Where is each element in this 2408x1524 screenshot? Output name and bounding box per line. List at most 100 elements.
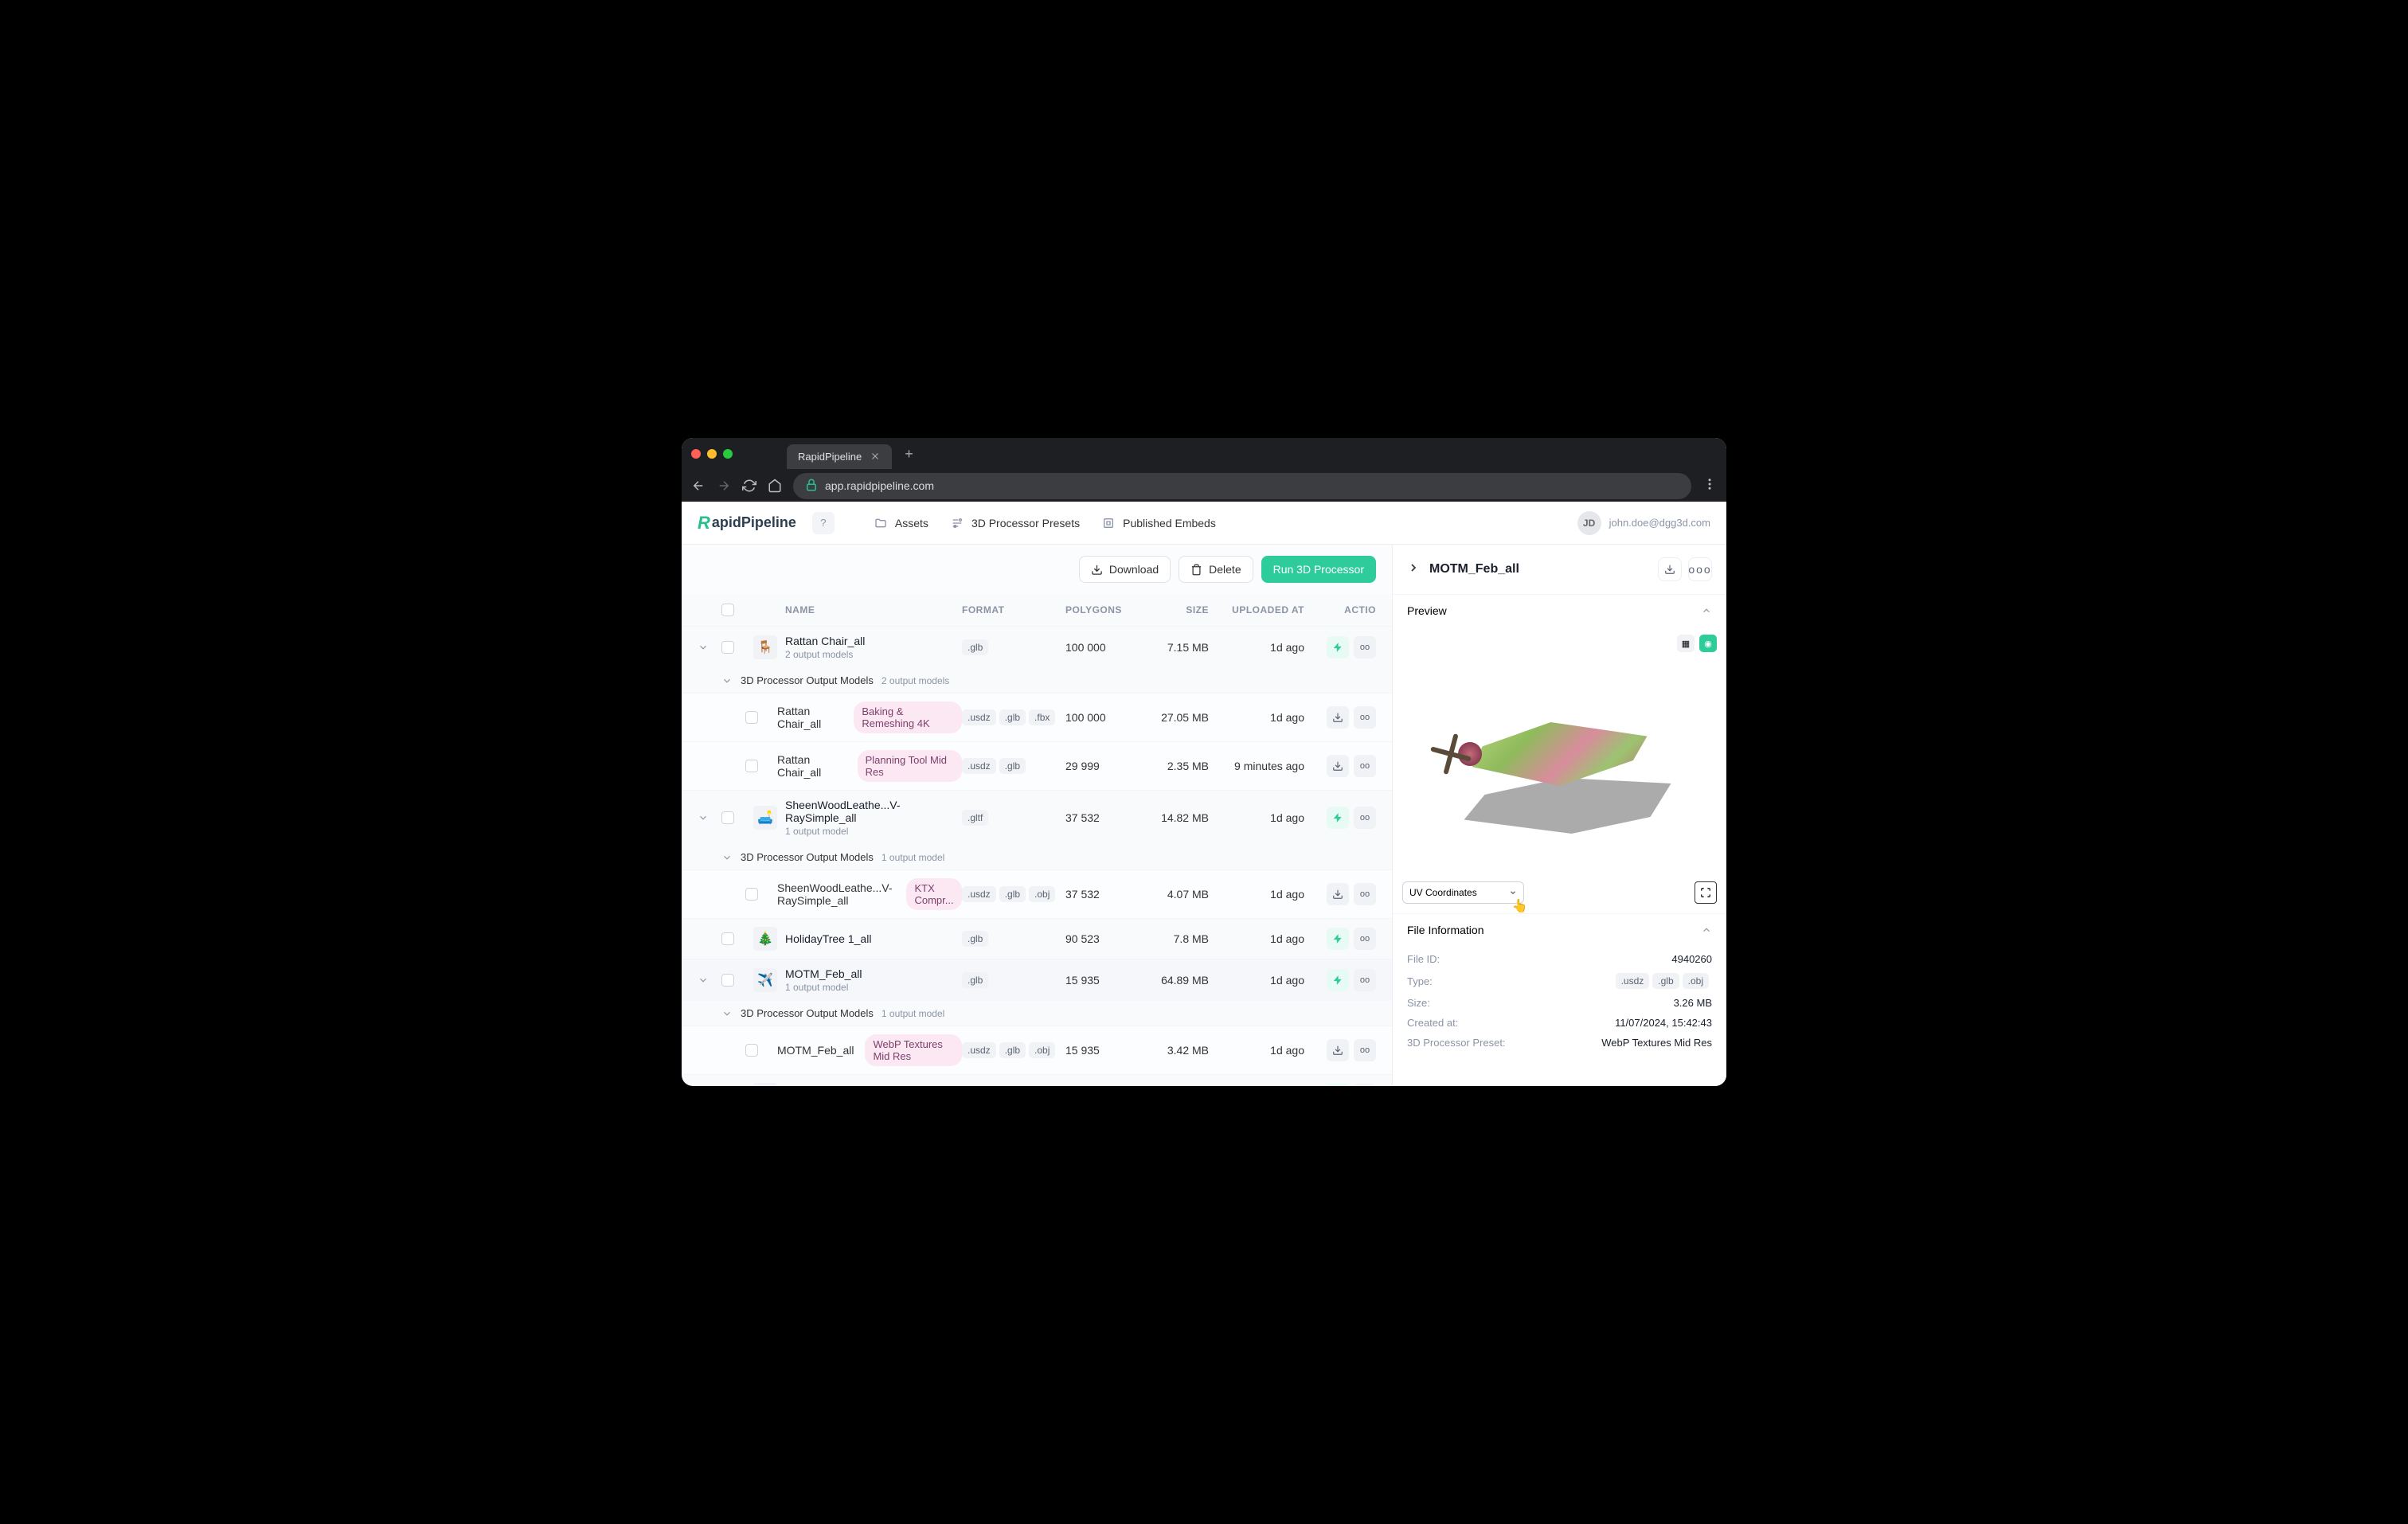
created-value: 11/07/2024, 15:42:43	[1615, 1017, 1712, 1029]
tab-title: RapidPipeline	[798, 451, 862, 463]
asset-thumbnail: 🪑	[753, 635, 777, 659]
browser-tab[interactable]: RapidPipeline	[787, 444, 892, 469]
row-download-button[interactable]	[1327, 883, 1349, 905]
table-row[interactable]: 🪑Rattan Chair_all2 output models.glb100 …	[682, 626, 1392, 668]
row-more-button[interactable]: oo	[1354, 636, 1376, 658]
table-row[interactable]: SheenWoodLeathe...V-RaySimple_allKTX Com…	[682, 869, 1392, 918]
table-row[interactable]: Rattan Chair_allPlanning Tool Mid Res.us…	[682, 741, 1392, 790]
help-button[interactable]: ?	[812, 512, 835, 534]
row-download-button[interactable]	[1327, 706, 1349, 729]
col-name: NAME	[785, 604, 962, 615]
window-close-button[interactable]	[691, 449, 701, 459]
reload-button[interactable]	[742, 479, 756, 493]
row-more-button[interactable]: oo	[1354, 928, 1376, 950]
process-button[interactable]	[1327, 807, 1349, 829]
uploaded-at: 1d ago	[1209, 711, 1304, 724]
row-more-button[interactable]: oo	[1354, 807, 1376, 829]
lock-icon	[804, 478, 819, 494]
preview-viewport[interactable]: ▦ ◉ UV Coordinates 👆	[1393, 627, 1726, 913]
forward-button[interactable]	[717, 479, 731, 493]
back-button[interactable]	[691, 479, 706, 493]
file-id-label: File ID:	[1407, 953, 1440, 965]
row-download-button[interactable]	[1327, 755, 1349, 777]
user-avatar[interactable]: JD	[1577, 511, 1601, 535]
process-button[interactable]	[1327, 928, 1349, 950]
row-download-button[interactable]	[1327, 1039, 1349, 1061]
panel-download-button[interactable]	[1658, 557, 1682, 581]
table-row[interactable]: 🛋️SheenWoodLeathe...V-RaySimple_all1 out…	[682, 790, 1392, 845]
output-group-header[interactable]: 3D Processor Output Models1 output model	[682, 1001, 1392, 1026]
polygon-count: 29 999	[1065, 760, 1137, 772]
asset-name: SheenWoodLeathe...V-RaySimple_all	[777, 881, 895, 907]
output-group-header[interactable]: 3D Processor Output Models2 output model…	[682, 668, 1392, 693]
table-row[interactable]: MOTM_Feb_allWebP Textures Mid Res.usdz.g…	[682, 1026, 1392, 1074]
row-checkbox[interactable]	[745, 888, 758, 901]
render-mode-select[interactable]: UV Coordinates 👆	[1402, 881, 1524, 904]
expand-toggle[interactable]	[721, 852, 733, 863]
row-checkbox[interactable]	[721, 974, 734, 987]
download-button[interactable]: Download	[1079, 556, 1171, 583]
process-button[interactable]	[1327, 1084, 1349, 1086]
nav-item-3d-processor-presets[interactable]: 3D Processor Presets	[951, 517, 1080, 529]
format-tag: .usdz	[962, 886, 996, 902]
row-checkbox[interactable]	[721, 641, 734, 654]
row-more-button[interactable]: oo	[1354, 706, 1376, 729]
url-text: app.rapidpipeline.com	[825, 479, 934, 492]
expand-toggle[interactable]	[698, 975, 721, 986]
uploaded-at: 1d ago	[1209, 888, 1304, 901]
fullscreen-button[interactable]	[1695, 881, 1717, 904]
expand-toggle[interactable]	[721, 675, 733, 686]
output-group-header[interactable]: 3D Processor Output Models1 output model	[682, 845, 1392, 869]
file-size: 7.8 MB	[1137, 932, 1209, 945]
preset-tag: WebP Textures Mid Res	[865, 1034, 962, 1066]
select-all-checkbox[interactable]	[721, 604, 734, 616]
expand-toggle[interactable]	[698, 812, 721, 823]
row-checkbox[interactable]	[745, 1044, 758, 1057]
expand-toggle[interactable]	[721, 1008, 733, 1019]
col-actions: ACTIO	[1304, 604, 1376, 615]
delete-button[interactable]: Delete	[1179, 556, 1253, 583]
preview-mode-image-button[interactable]: ▦	[1677, 635, 1695, 652]
url-input[interactable]: app.rapidpipeline.com	[793, 473, 1691, 499]
panel-more-button[interactable]: ooo	[1688, 557, 1712, 581]
home-button[interactable]	[768, 479, 782, 493]
row-checkbox[interactable]	[745, 760, 758, 772]
window-minimize-button[interactable]	[707, 449, 717, 459]
table-row[interactable]: ✈️MOTM_Feb_all1 output model.glb15 93564…	[682, 959, 1392, 1001]
file-size: 27.05 MB	[1137, 711, 1209, 724]
row-checkbox[interactable]	[745, 711, 758, 724]
run-3d-processor-button[interactable]: Run 3D Processor	[1261, 556, 1376, 583]
app-logo[interactable]: RapidPipeline	[698, 513, 796, 533]
preview-section-toggle[interactable]: Preview	[1393, 595, 1726, 627]
tab-close-icon[interactable]	[870, 451, 881, 462]
format-tag: .glb	[962, 931, 988, 947]
panel-collapse-button[interactable]	[1407, 561, 1420, 578]
file-info-section-toggle[interactable]: File Information	[1393, 914, 1726, 946]
col-size: SIZE	[1137, 604, 1209, 615]
format-tag: .usdz	[962, 758, 996, 774]
file-size: 7.15 MB	[1137, 641, 1209, 654]
row-more-button[interactable]: oo	[1354, 1084, 1376, 1086]
row-checkbox[interactable]	[721, 932, 734, 945]
table-row[interactable]: Rattan Chair_allBaking & Remeshing 4K.us…	[682, 693, 1392, 741]
table-row[interactable]: 🪴DiffuseTransmis...Plant_opt_8_all.glb60…	[682, 1074, 1392, 1086]
uploaded-at: 1d ago	[1209, 974, 1304, 987]
row-more-button[interactable]: oo	[1354, 883, 1376, 905]
type-label: Type:	[1407, 975, 1433, 987]
window-maximize-button[interactable]	[723, 449, 733, 459]
preview-mode-3d-button[interactable]: ◉	[1699, 635, 1717, 652]
row-more-button[interactable]: oo	[1354, 969, 1376, 991]
expand-toggle[interactable]	[698, 642, 721, 653]
nav-item-published-embeds[interactable]: Published Embeds	[1102, 517, 1216, 529]
process-button[interactable]	[1327, 636, 1349, 658]
process-button[interactable]	[1327, 969, 1349, 991]
row-checkbox[interactable]	[721, 811, 734, 824]
asset-subtitle: 1 output model	[785, 826, 962, 837]
nav-item-assets[interactable]: Assets	[874, 517, 928, 529]
row-more-button[interactable]: oo	[1354, 1039, 1376, 1061]
row-more-button[interactable]: oo	[1354, 755, 1376, 777]
browser-menu-button[interactable]	[1702, 477, 1717, 495]
new-tab-button[interactable]: +	[905, 446, 913, 463]
format-tag: .usdz	[1616, 973, 1650, 989]
table-row[interactable]: 🎄HolidayTree 1_all.glb90 5237.8 MB1d ago…	[682, 918, 1392, 959]
